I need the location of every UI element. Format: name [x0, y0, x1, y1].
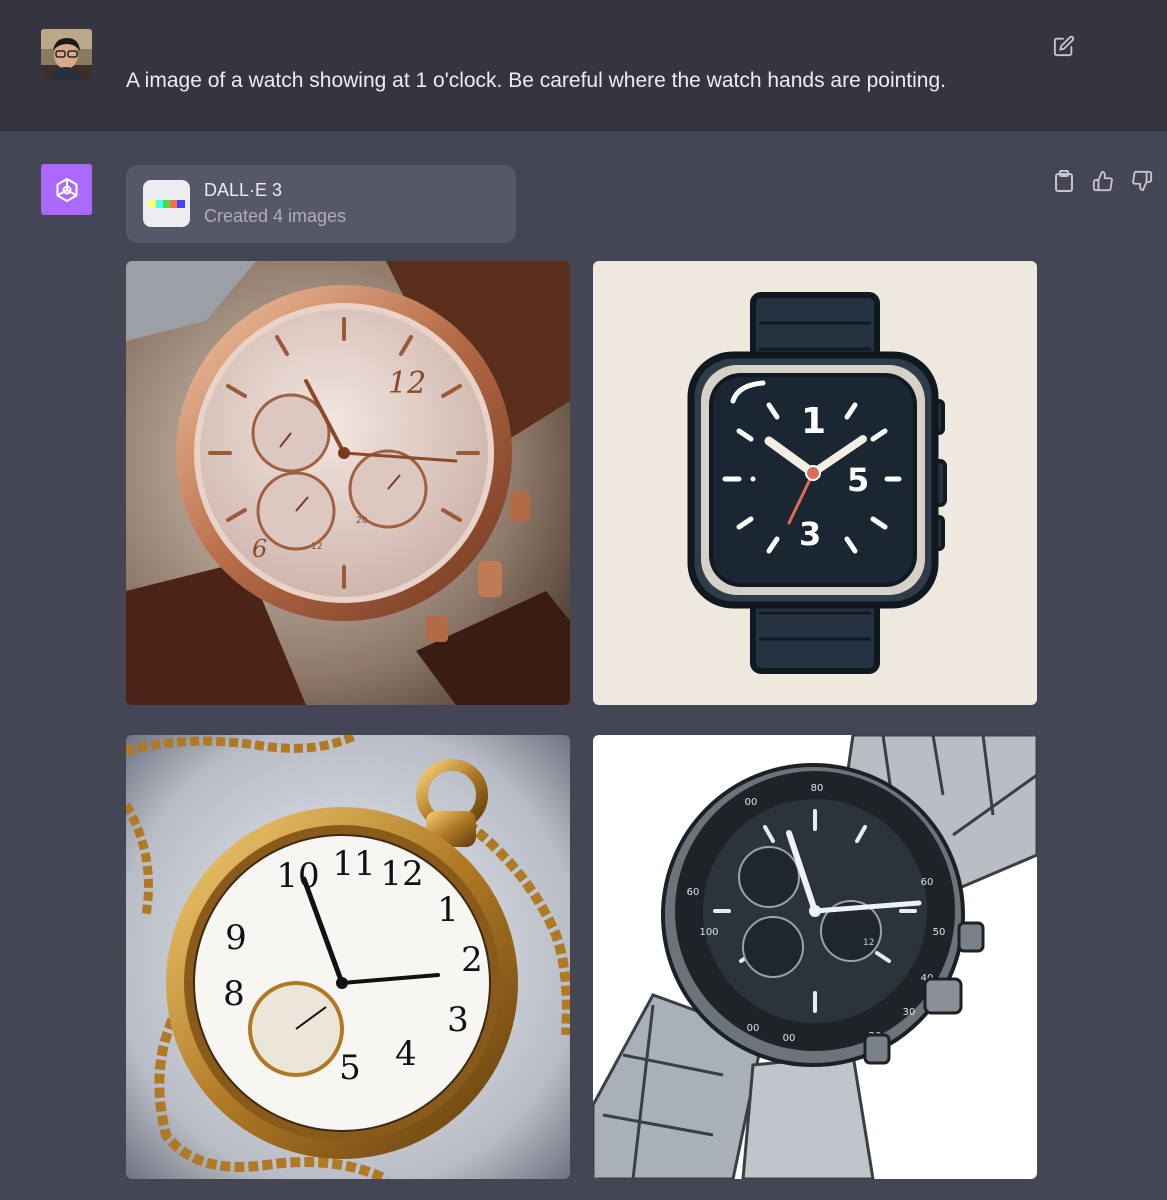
svg-text:3: 3	[799, 515, 821, 553]
svg-text:6: 6	[252, 535, 267, 563]
assistant-message-row: DALL·E 3 Created 4 images 12 6 20 12 1 5…	[0, 131, 1167, 1200]
dalle-logo-icon	[143, 180, 190, 227]
tool-name: DALL·E 3	[204, 180, 283, 200]
generated-image-1[interactable]: 12 6 20 12	[126, 261, 570, 705]
svg-text:11: 11	[332, 844, 375, 884]
svg-text:80: 80	[811, 783, 824, 794]
svg-text:12: 12	[380, 854, 423, 894]
svg-text:1: 1	[801, 401, 826, 442]
thumbs-up-icon[interactable]	[1089, 167, 1117, 195]
svg-text:1: 1	[437, 890, 459, 930]
svg-text:8: 8	[223, 974, 245, 1014]
svg-text:60: 60	[687, 887, 700, 898]
svg-text:30: 30	[903, 1007, 916, 1018]
generated-image-2[interactable]: 1 5 3	[593, 261, 1037, 705]
dalle-tool-card[interactable]: DALL·E 3 Created 4 images	[126, 165, 516, 243]
svg-text:5: 5	[339, 1048, 361, 1088]
svg-text:20: 20	[356, 516, 368, 526]
svg-text:5: 5	[847, 461, 869, 499]
svg-text:9: 9	[225, 918, 247, 958]
svg-text:00: 00	[747, 1023, 760, 1034]
message-actions	[1050, 167, 1156, 195]
svg-text:00: 00	[783, 1033, 796, 1044]
svg-text:50: 50	[933, 927, 946, 938]
tool-status: Created 4 images	[204, 206, 347, 226]
edit-icon[interactable]	[1050, 32, 1078, 60]
user-avatar	[41, 29, 92, 80]
svg-text:2: 2	[461, 940, 483, 980]
thumbs-down-icon[interactable]	[1128, 167, 1156, 195]
svg-text:10: 10	[276, 856, 319, 896]
generated-image-4[interactable]: 00 80 60 50 40 30 20 00 00 100 60	[593, 735, 1037, 1179]
user-prompt-text: A image of a watch showing at 1 o'clock.…	[126, 69, 946, 92]
svg-text:60: 60	[921, 877, 934, 888]
openai-logo-icon	[41, 164, 92, 215]
svg-text:100: 100	[699, 927, 718, 938]
svg-text:12: 12	[863, 938, 874, 948]
svg-text:12: 12	[388, 366, 426, 401]
generated-image-3[interactable]: 11 12 1 2 3 4 5 9 8 10	[126, 735, 570, 1179]
svg-text:12: 12	[311, 542, 322, 552]
copy-icon[interactable]	[1050, 167, 1078, 195]
user-message-row: A image of a watch showing at 1 o'clock.…	[0, 0, 1167, 131]
svg-text:00: 00	[745, 797, 758, 808]
svg-text:3: 3	[447, 1000, 469, 1040]
svg-text:4: 4	[395, 1034, 417, 1074]
